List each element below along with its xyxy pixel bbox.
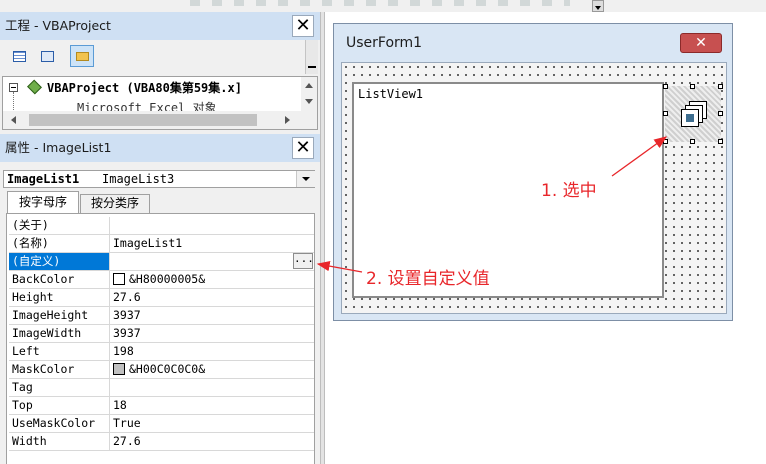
annotation-arrow-custom <box>316 260 363 273</box>
annotation-arrows <box>316 136 668 273</box>
annotation-arrow-select <box>611 136 668 177</box>
annotation-select-label: 1. 选中 <box>541 181 597 201</box>
annotation-custom-label: 2. 设置自定义值 <box>366 269 490 289</box>
